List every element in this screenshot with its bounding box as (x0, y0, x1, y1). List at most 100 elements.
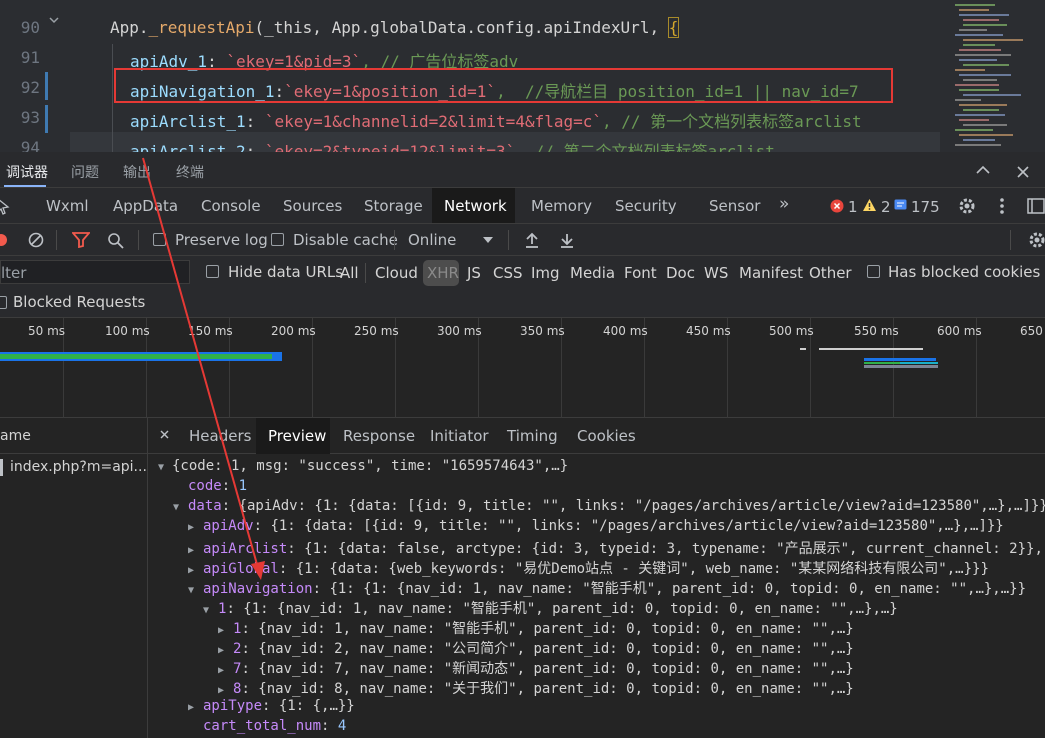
tab-issues[interactable]: 问题 (71, 162, 99, 182)
fold-chevron-icon[interactable] (48, 14, 60, 26)
tab-wxml[interactable]: Wxml (46, 197, 89, 215)
json-key: apiAdv (203, 518, 254, 534)
name-column-header[interactable]: ame (0, 428, 31, 444)
export-har-icon[interactable] (559, 231, 575, 249)
json-tree-row[interactable]: ▶ 8: {nav_id: 8, nav_name: "关于我们", parent… (218, 678, 854, 698)
message-icon (894, 199, 907, 210)
expanded-arrow-icon[interactable]: ▼ (158, 462, 172, 473)
error-count[interactable]: 1 (848, 198, 858, 216)
hide-data-urls-checkbox[interactable] (206, 265, 219, 278)
json-tree-row[interactable]: ▼ 1: {1: {nav_id: 1, nav_name: "智能手机", pa… (203, 598, 898, 618)
preserve-log-label[interactable]: Preserve log (175, 231, 268, 249)
record-icon[interactable] (0, 233, 8, 247)
more-tabs-button[interactable]: » (779, 194, 789, 214)
settings-gear-icon[interactable] (957, 196, 977, 216)
json-tree-row[interactable]: ▼ apiNavigation: {1: {1: {nav_id: 1, nav_… (188, 578, 1026, 598)
request-name[interactable]: index.php?m=api... (10, 459, 147, 475)
code-token: (_this, App.globalData.config.apiIndexUr… (254, 18, 669, 37)
tab-response[interactable]: Response (343, 427, 415, 445)
collapsed-arrow-icon[interactable]: ▶ (188, 522, 203, 533)
warning-count[interactable]: 2 (881, 198, 891, 216)
tab-security[interactable]: Security (615, 197, 677, 215)
collapsed-arrow-icon[interactable]: ▶ (218, 665, 233, 676)
filter-type-media[interactable]: Media (570, 264, 615, 282)
dropdown-arrow-icon[interactable] (483, 237, 493, 244)
filter-type-doc[interactable]: Doc (666, 264, 695, 282)
hide-data-urls-label[interactable]: Hide data URLs (228, 263, 343, 281)
json-tree-row[interactable]: ▼ {code: 1, msg: "success", time: "165957… (158, 458, 568, 474)
preserve-log-checkbox[interactable] (153, 233, 166, 246)
clear-icon[interactable] (28, 232, 44, 248)
minimap[interactable] (945, 0, 1045, 152)
collapsed-arrow-icon[interactable]: ▶ (218, 685, 233, 696)
active-tab-underline (4, 185, 46, 187)
network-timeline-overview[interactable]: 50 ms 100 ms 150 ms 200 ms 250 ms 300 ms… (0, 318, 1045, 418)
tab-headers[interactable]: Headers (189, 427, 251, 445)
filter-type-img[interactable]: Img (531, 264, 560, 282)
collapsed-arrow-icon[interactable]: ▶ (188, 545, 203, 556)
json-tree-row[interactable]: ▶ 2: {nav_id: 2, nav_name: "公司简介", parent… (218, 638, 854, 658)
blocked-requests-checkbox[interactable] (0, 296, 7, 309)
has-blocked-cookies-checkbox[interactable] (867, 265, 880, 278)
filter-icon[interactable] (72, 232, 90, 248)
tab-memory[interactable]: Memory (531, 197, 592, 215)
expanded-arrow-icon[interactable]: ▼ (188, 585, 203, 596)
filter-type-manifest[interactable]: Manifest (739, 264, 803, 282)
json-tree-row[interactable]: ▶ 1: {nav_id: 1, nav_name: "智能手机", parent… (218, 618, 854, 638)
tab-console[interactable]: Console (201, 197, 261, 215)
network-settings-icon[interactable] (1027, 230, 1045, 250)
search-icon[interactable] (107, 232, 124, 249)
filter-input[interactable]: lter (0, 260, 190, 284)
filter-type-ws[interactable]: WS (704, 264, 728, 282)
element-picker-icon[interactable] (0, 197, 10, 215)
blocked-requests-label[interactable]: Blocked Requests (13, 293, 145, 311)
tab-terminal[interactable]: 终端 (176, 162, 204, 182)
expanded-arrow-icon[interactable]: ▼ (203, 605, 218, 616)
close-details-icon[interactable] (160, 430, 169, 439)
import-har-icon[interactable] (524, 231, 540, 249)
filter-type-font[interactable]: Font (624, 264, 657, 282)
code-line: apiArclist_1: `ekey=1&channelid=2&limit=… (130, 108, 862, 132)
message-count[interactable]: 175 (911, 198, 940, 216)
tab-sources[interactable]: Sources (283, 197, 342, 215)
collapsed-arrow-icon[interactable]: ▶ (188, 565, 203, 576)
tab-preview[interactable]: Preview (268, 427, 326, 445)
more-options-icon[interactable] (998, 196, 1006, 216)
filter-type-js[interactable]: JS (467, 264, 481, 282)
collapsed-arrow-icon[interactable]: ▶ (218, 625, 233, 636)
json-tree-row[interactable]: ▶ apiArclist: {1: {data: false, arctype: … (188, 538, 1045, 558)
json-tree-row[interactable]: ▶ apiType: {1: {,…}} (188, 698, 355, 714)
tab-debugger[interactable]: 调试器 (6, 162, 48, 182)
dock-side-icon[interactable] (1027, 197, 1045, 215)
json-tree-row[interactable]: ▶ apiGlobal: {1: {data: {web_keywords: "易… (188, 558, 989, 578)
disable-cache-label[interactable]: Disable cache (293, 231, 398, 249)
has-blocked-cookies-label[interactable]: Has blocked cookies (888, 263, 1040, 281)
collapsed-arrow-icon[interactable]: ▶ (188, 702, 203, 713)
request-row[interactable]: index.php?m=api... (0, 456, 147, 480)
json-tree-row[interactable]: ▶ 7: {nav_id: 7, nav_name: "新闻动态", parent… (218, 658, 854, 678)
json-tree-row[interactable]: ▶ apiAdv: {1: {data: [{id: 9, title: "", … (188, 518, 1004, 534)
tab-timing[interactable]: Timing (507, 427, 558, 445)
collapsed-arrow-icon[interactable]: ▶ (218, 645, 233, 656)
json-tree-row[interactable]: ▼ data: {apiAdv: {1: {data: [{id: 9, titl… (173, 498, 1045, 514)
tab-appdata[interactable]: AppData (113, 197, 178, 215)
filter-type-cloud[interactable]: Cloud (375, 264, 418, 282)
disable-cache-checkbox[interactable] (271, 233, 284, 246)
expanded-arrow-icon[interactable]: ▼ (173, 502, 188, 513)
throttle-select[interactable]: Online (408, 231, 456, 249)
filter-type-xhr[interactable]: XHR (427, 264, 459, 282)
chevron-up-icon[interactable] (975, 164, 991, 176)
tab-sensor[interactable]: Sensor (709, 197, 760, 215)
line-number: 92 (20, 78, 40, 97)
tab-cookies[interactable]: Cookies (577, 427, 636, 445)
filter-type-css[interactable]: CSS (493, 264, 523, 282)
filter-type-all[interactable]: All (340, 264, 359, 282)
tab-output[interactable]: 输出 (123, 162, 151, 182)
filter-type-other[interactable]: Other (809, 264, 852, 282)
close-icon[interactable] (1016, 165, 1030, 179)
tab-network[interactable]: Network (444, 197, 507, 215)
timeline-bar (864, 358, 936, 361)
code-editor[interactable]: 90 91 92 93 94 App._requestApi(_this, Ap… (0, 0, 1045, 152)
tab-storage[interactable]: Storage (364, 197, 423, 215)
tab-initiator[interactable]: Initiator (430, 427, 489, 445)
